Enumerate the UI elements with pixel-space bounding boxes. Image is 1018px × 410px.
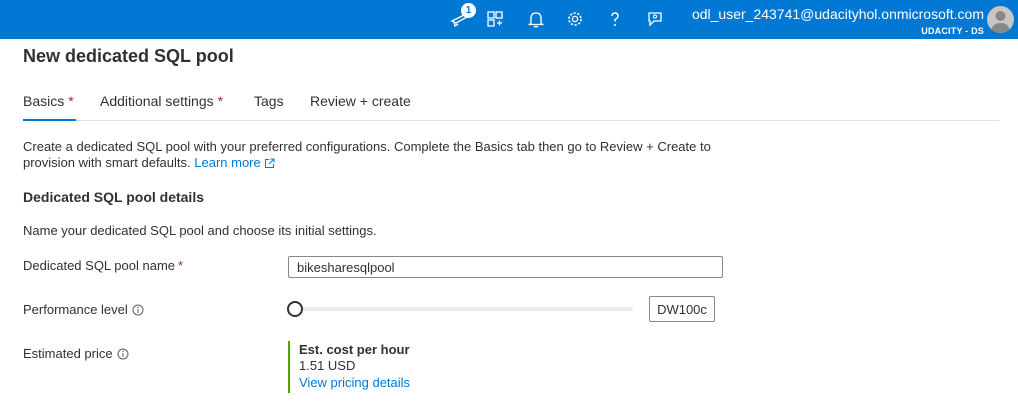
performance-level-label-text: Performance level: [23, 302, 128, 317]
info-icon[interactable]: [132, 304, 144, 319]
avatar[interactable]: [987, 6, 1014, 33]
learn-more-label: Learn more: [194, 155, 261, 170]
info-icon[interactable]: [117, 348, 129, 363]
tab-review-create[interactable]: Review + create: [310, 93, 411, 121]
pool-name-input[interactable]: [288, 256, 723, 278]
directories-icon[interactable]: [483, 8, 507, 30]
pool-name-label: Dedicated SQL pool name *: [23, 258, 183, 273]
account-menu[interactable]: odl_user_243741@udacityhol.onmicrosoft.c…: [692, 6, 984, 37]
learn-more-link[interactable]: Learn more: [194, 155, 275, 173]
tab-tags-label: Tags: [254, 93, 284, 109]
performance-level-label: Performance level: [23, 302, 144, 319]
feedback-icon[interactable]: [643, 8, 667, 30]
notification-count-badge: 1: [461, 3, 476, 18]
user-email: odl_user_243741@udacityhol.onmicrosoft.c…: [691, 6, 984, 22]
tab-review-create-label: Review + create: [310, 93, 411, 109]
tab-basics[interactable]: Basics *: [23, 93, 76, 121]
directory-name: UDACITY - DS: [921, 26, 984, 36]
page-title: New dedicated SQL pool: [23, 46, 234, 66]
estimated-price-label: Estimated price: [23, 346, 129, 363]
pool-name-label-text: Dedicated SQL pool name: [23, 258, 176, 273]
help-icon[interactable]: [603, 8, 627, 30]
estimated-price-label-text: Estimated price: [23, 346, 113, 361]
tab-tags[interactable]: Tags: [254, 93, 284, 121]
tab-bar: Basics * Additional settings * Tags Review…: [23, 93, 999, 121]
price-title: Est. cost per hour: [299, 342, 410, 357]
performance-slider-track[interactable]: [290, 307, 633, 311]
price-value: 1.51 USD: [299, 358, 356, 373]
tab-additional-settings-label: Additional settings: [100, 93, 214, 109]
required-marker: *: [217, 93, 224, 109]
notifications-icon[interactable]: 1: [448, 3, 476, 30]
top-bar: 1 odl_user_243741@udacityhol.onmicrosoft…: [0, 0, 1018, 39]
intro-text: Create a dedicated SQL pool with your pr…: [23, 139, 743, 173]
section-heading: Dedicated SQL pool details: [23, 189, 205, 205]
performance-level-value: DW100c: [649, 296, 715, 322]
required-marker: *: [178, 258, 184, 273]
required-marker: *: [68, 93, 74, 109]
tab-additional-settings[interactable]: Additional settings *: [100, 93, 223, 121]
price-summary: Est. cost per hour 1.51 USD View pricing…: [288, 341, 410, 393]
external-link-icon: [264, 157, 275, 173]
tab-basics-label: Basics: [23, 93, 65, 109]
performance-slider-thumb[interactable]: [287, 301, 303, 317]
section-description: Name your dedicated SQL pool and choose …: [23, 223, 377, 238]
settings-icon[interactable]: [563, 8, 587, 30]
intro-description: Create a dedicated SQL pool with your pr…: [23, 139, 711, 170]
view-pricing-details-link[interactable]: View pricing details: [299, 374, 410, 391]
bell-icon[interactable]: [524, 8, 548, 30]
